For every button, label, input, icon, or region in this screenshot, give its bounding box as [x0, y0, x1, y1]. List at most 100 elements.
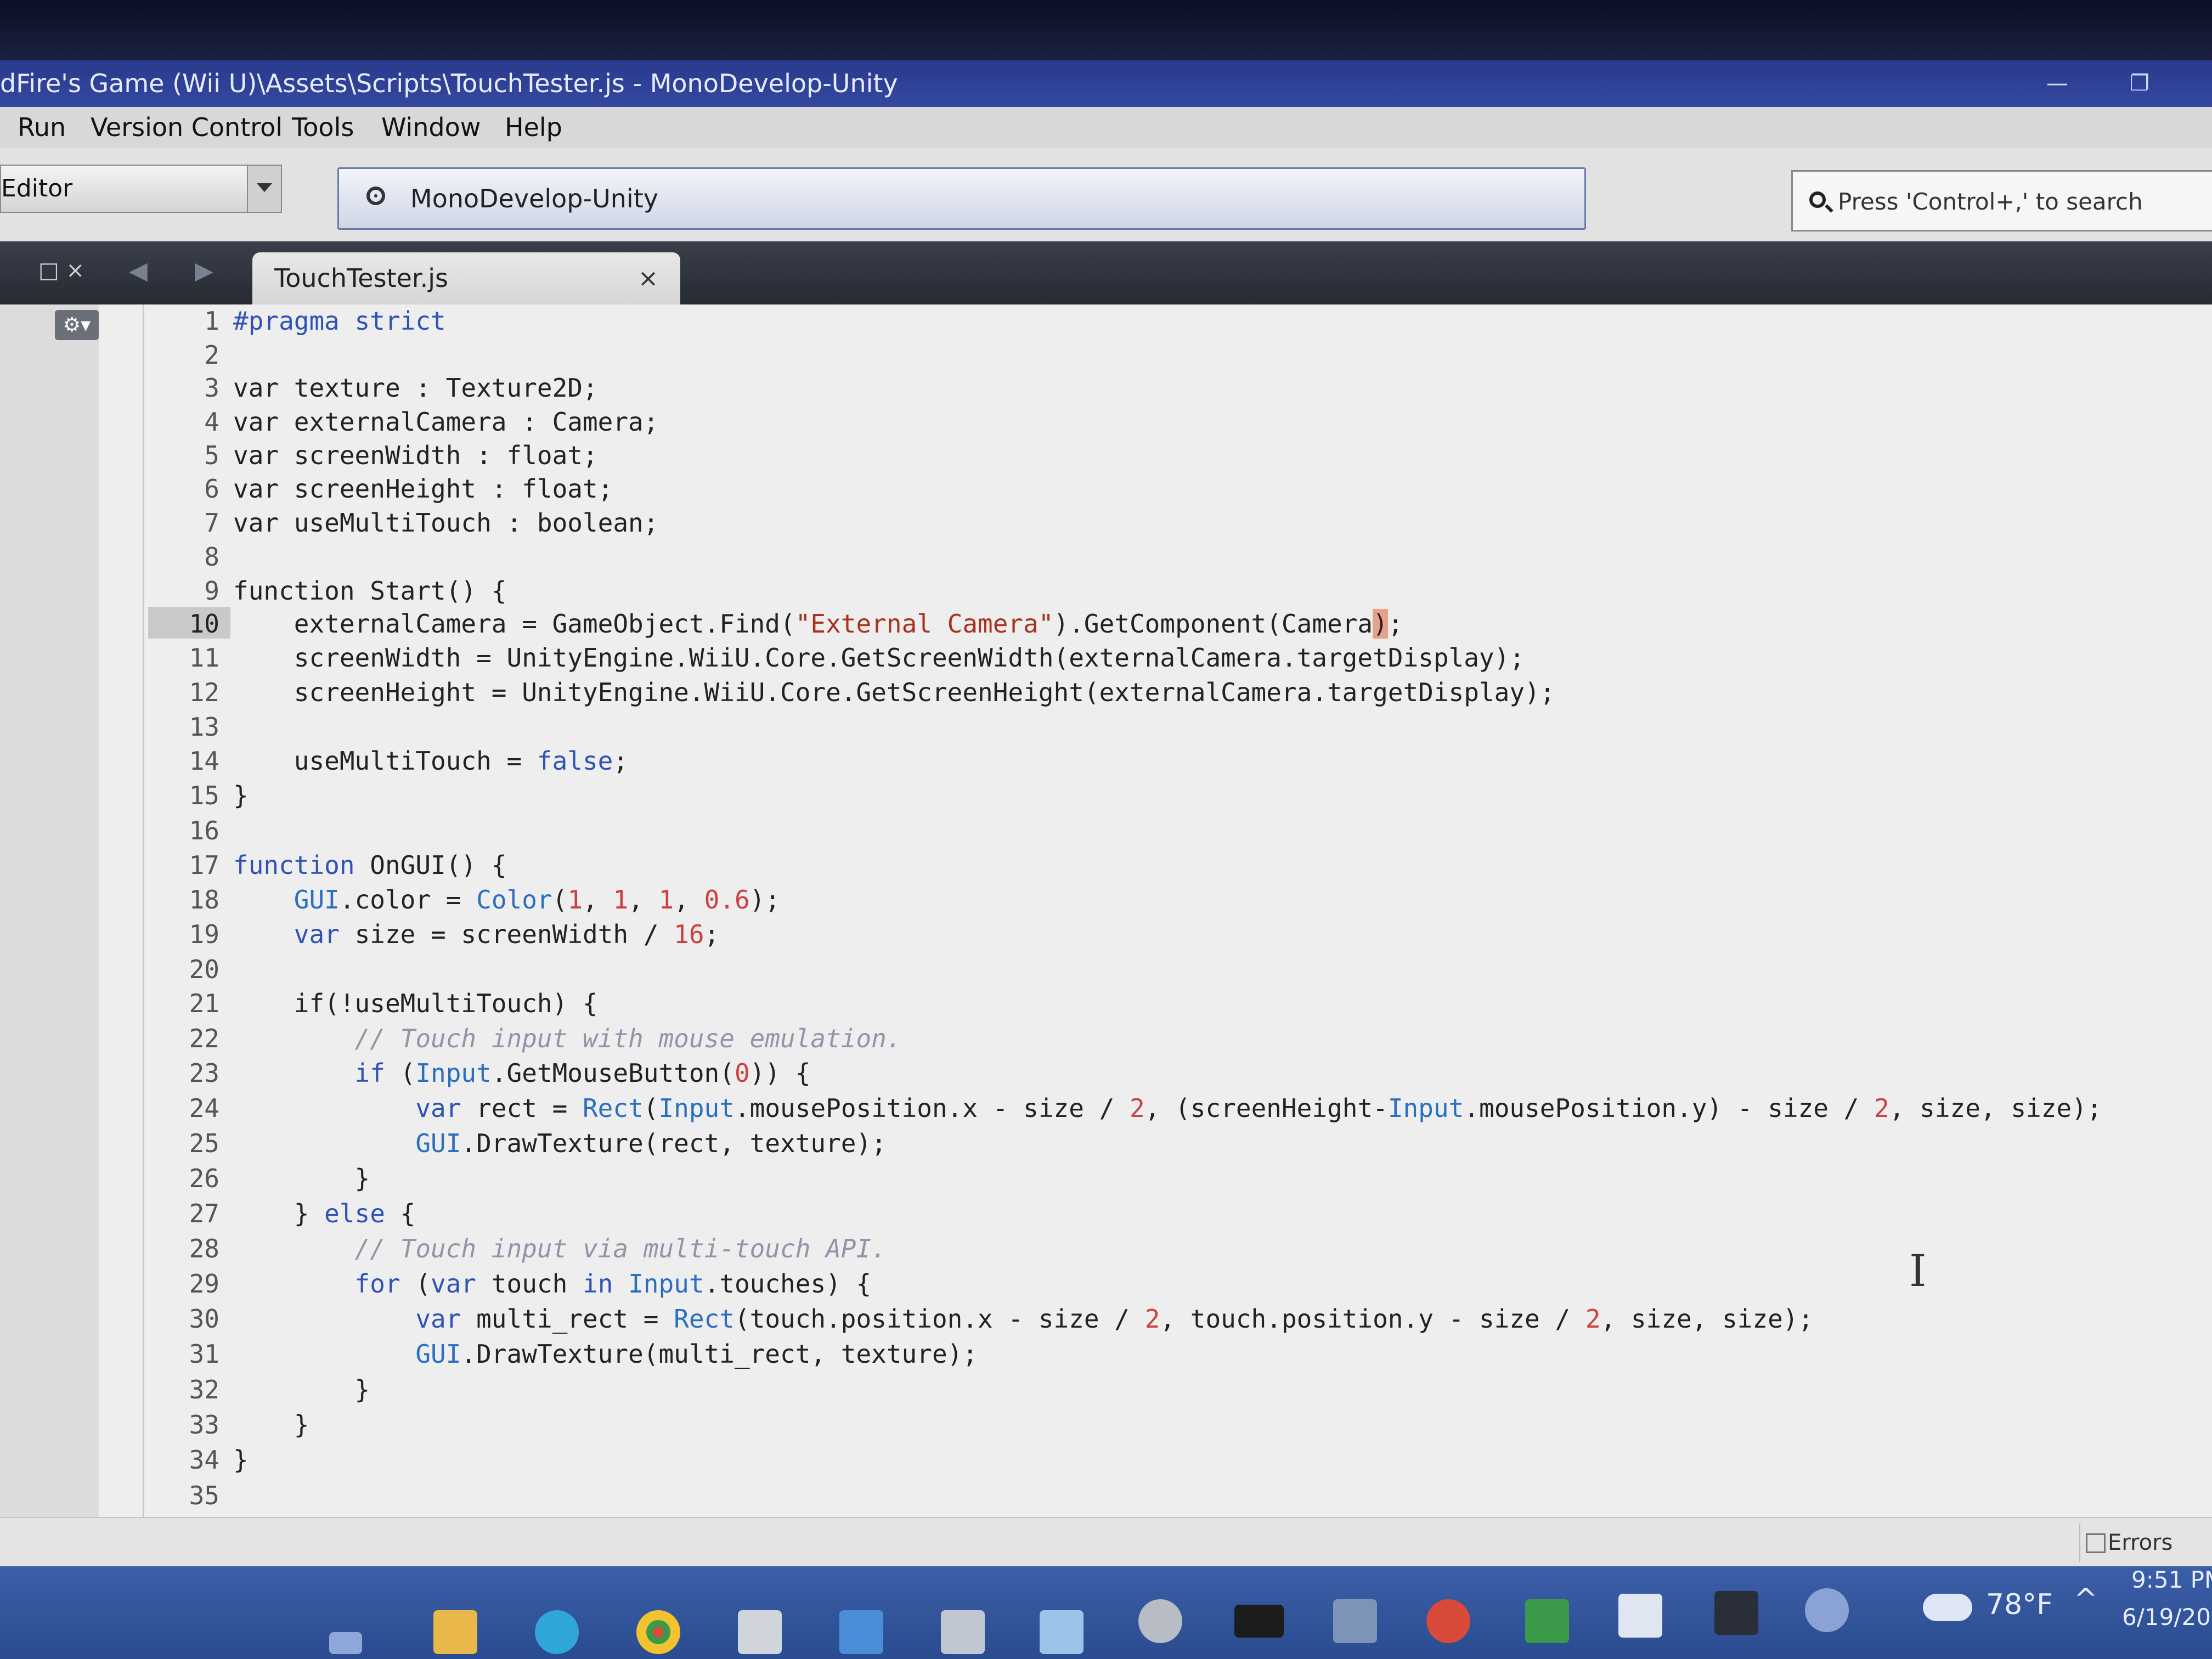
- restore-button[interactable]: ❐: [2107, 60, 2172, 107]
- status-icon: [366, 187, 385, 205]
- code-line: GUI.color = Color(1, 1, 1, 0.6);: [233, 885, 781, 915]
- code-line: }: [233, 1410, 309, 1440]
- pad-controls[interactable]: □ ×: [38, 258, 84, 283]
- line-number: 30: [189, 1304, 219, 1334]
- code-line: for (var touch in Input.touches) {: [233, 1269, 872, 1299]
- line-number: 27: [189, 1199, 219, 1228]
- code-line: screenHeight = UnityEngine.WiiU.Core.Get…: [233, 678, 1555, 707]
- clock-date[interactable]: 6/19/202: [2122, 1604, 2212, 1630]
- wii-u-icon[interactable]: [941, 1610, 985, 1654]
- code-line: if(!useMultiTouch) {: [233, 989, 598, 1018]
- line-number: 15: [189, 781, 219, 810]
- code-line: screenWidth = UnityEngine.WiiU.Core.GetS…: [233, 643, 1525, 673]
- menu-tools[interactable]: Tools: [292, 112, 354, 142]
- code-line: function Start() {: [233, 576, 507, 606]
- monodevelop-icon[interactable]: [1805, 1588, 1849, 1632]
- code-line: var texture : Texture2D;: [233, 373, 598, 403]
- text-caret: ): [1373, 609, 1388, 639]
- line-number: 29: [189, 1269, 219, 1299]
- code-line: var rect = Rect(Input.mousePosition.x - …: [233, 1093, 2102, 1123]
- minimize-button[interactable]: —: [2024, 60, 2090, 107]
- errors-pad-button[interactable]: Errors: [2079, 1523, 2172, 1562]
- status-label: MonoDevelop-Unity: [410, 184, 658, 213]
- taskbar: 78°F ^ 9:51 PM 6/19/202: [0, 1566, 2212, 1659]
- menu-version-control[interactable]: Version Control: [91, 112, 283, 142]
- gear-icon[interactable]: ⚙▾: [55, 310, 99, 340]
- line-number: 12: [189, 678, 219, 707]
- close-icon[interactable]: ×: [638, 252, 658, 304]
- settings-icon[interactable]: [1138, 1599, 1182, 1643]
- mail-icon[interactable]: [839, 1610, 883, 1654]
- code-line: }: [233, 781, 249, 810]
- errors-label: Errors: [2108, 1530, 2173, 1555]
- line-number: 23: [189, 1058, 219, 1088]
- chevron-down-icon[interactable]: [247, 166, 281, 212]
- configuration-select[interactable]: Editor: [0, 165, 282, 213]
- line-number: 8: [204, 542, 219, 572]
- code-line: var useMultiTouch : boolean;: [233, 508, 659, 538]
- menu-bar: Run Version Control Tools Window Help: [0, 107, 2212, 148]
- line-number: 19: [189, 919, 219, 949]
- temperature[interactable]: 78°F: [1986, 1588, 2053, 1621]
- line-number: 28: [189, 1234, 219, 1263]
- line-number: 21: [189, 989, 219, 1018]
- network-icon[interactable]: [1618, 1594, 1662, 1638]
- monitor-bezel: [0, 0, 2212, 60]
- tab-touchtester[interactable]: TouchTester.js ×: [252, 252, 680, 304]
- code-line: var screenHeight : float;: [233, 474, 613, 504]
- back-arrow-icon[interactable]: ◀: [129, 257, 148, 285]
- status-area: MonoDevelop-Unity: [337, 167, 1586, 230]
- code-line: }: [233, 1445, 249, 1475]
- code-line: } else {: [233, 1199, 416, 1228]
- search-box[interactable]: [1791, 170, 2212, 232]
- line-number: 6: [204, 474, 219, 504]
- line-number: 13: [189, 712, 219, 742]
- line-number: 16: [189, 816, 219, 845]
- line-number: 1: [204, 306, 219, 336]
- menu-help[interactable]: Help: [505, 112, 562, 142]
- menu-window[interactable]: Window: [381, 112, 481, 142]
- forward-arrow-icon[interactable]: ▶: [195, 257, 213, 285]
- line-number: 26: [189, 1164, 219, 1193]
- search-input[interactable]: [1837, 183, 2201, 220]
- code-line: }: [233, 1375, 370, 1404]
- line-number: 3: [204, 373, 219, 403]
- ccleaner-icon[interactable]: [1426, 1599, 1470, 1643]
- line-number: 18: [189, 885, 219, 915]
- tray-chevron-icon[interactable]: ^: [2074, 1583, 2098, 1616]
- notepad-icon[interactable]: [1040, 1610, 1084, 1654]
- line-number: 5: [204, 441, 219, 470]
- terminal-icon[interactable]: [1234, 1605, 1284, 1638]
- code-line-current: externalCamera = GameObject.Find("Extern…: [233, 609, 1403, 639]
- line-number: 14: [189, 746, 219, 776]
- text-cursor-icon: I: [1909, 1245, 1927, 1296]
- app-icon[interactable]: [1525, 1599, 1569, 1643]
- edge-icon[interactable]: [535, 1610, 579, 1654]
- task-view-icon[interactable]: [329, 1632, 362, 1654]
- main-toolbar: Editor MonoDevelop-Unity: [0, 148, 2212, 242]
- line-number: 11: [189, 643, 219, 673]
- line-number: 31: [189, 1339, 219, 1369]
- code-line: var multi_rect = Rect(touch.position.x -…: [233, 1304, 1814, 1334]
- unity-icon[interactable]: [1714, 1591, 1758, 1635]
- code-line: if (Input.GetMouseButton(0)) {: [233, 1058, 811, 1088]
- code-line: GUI.DrawTexture(multi_rect, texture);: [233, 1339, 978, 1369]
- code-line: GUI.DrawTexture(rect, texture);: [233, 1128, 887, 1158]
- code-line: // Touch input via multi-touch API.: [233, 1234, 887, 1263]
- file-explorer-icon[interactable]: [433, 1610, 477, 1654]
- document-tabstrip: □ × ◀ ▶ TouchTester.js ×: [0, 241, 2212, 304]
- status-bar: Errors: [0, 1517, 2212, 1567]
- weather-cloud-icon: [1923, 1594, 1972, 1621]
- clock-time[interactable]: 9:51 PM: [2131, 1566, 2212, 1593]
- line-number-current: 10: [189, 609, 219, 639]
- configuration-label: Editor: [1, 174, 73, 202]
- store-bag-icon[interactable]: [1333, 1599, 1377, 1643]
- store-icon[interactable]: [738, 1610, 782, 1654]
- line-number: 24: [189, 1093, 219, 1123]
- warning-icon: [2086, 1533, 2106, 1553]
- menu-run[interactable]: Run: [18, 112, 66, 142]
- line-number: 7: [204, 508, 219, 538]
- code-line: // Touch input with mouse emulation.: [233, 1024, 902, 1053]
- window-titlebar[interactable]: dFire's Game (Wii U)\Assets\Scripts\Touc…: [0, 60, 2212, 107]
- chrome-icon[interactable]: [636, 1610, 680, 1654]
